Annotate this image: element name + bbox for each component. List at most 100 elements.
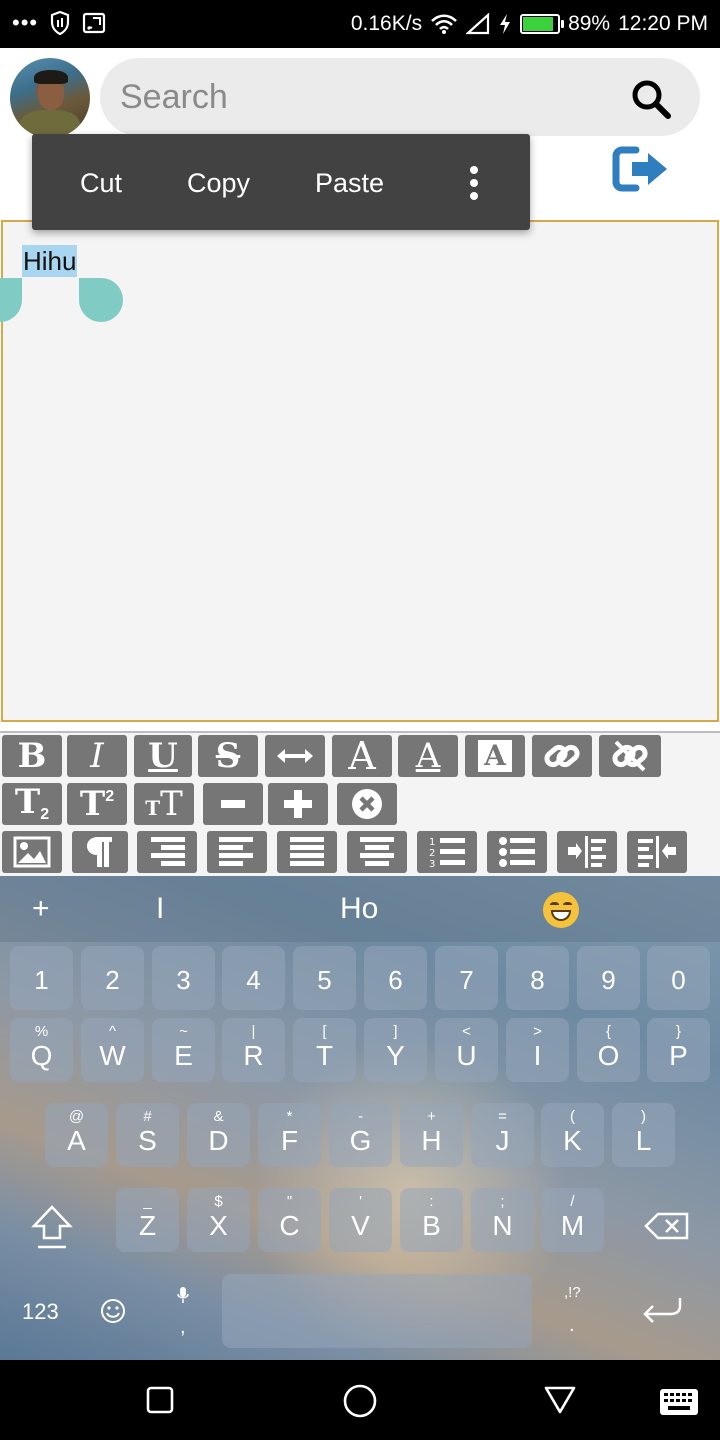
insert-image-button[interactable] — [2, 831, 62, 873]
selected-text[interactable]: Hihu — [22, 245, 78, 277]
key-p[interactable]: } P — [647, 1018, 710, 1082]
paste-button[interactable]: Paste — [315, 168, 384, 199]
key-c[interactable]: " C — [258, 1188, 321, 1252]
key-4[interactable]: 4 — [222, 946, 285, 1010]
key-f[interactable]: * F — [258, 1103, 321, 1167]
key-o[interactable]: {O — [577, 1018, 640, 1082]
background-color-button[interactable]: A — [465, 735, 525, 777]
key-0[interactable]: 0 — [647, 946, 710, 1010]
key-z[interactable]: _ Z — [116, 1188, 179, 1252]
backspace-icon[interactable] — [644, 1212, 690, 1240]
align-right-button[interactable] — [137, 831, 197, 873]
key-i[interactable]: > I — [506, 1018, 569, 1082]
key-g[interactable]: -G — [329, 1103, 392, 1167]
key-label: B — [422, 1210, 441, 1241]
key-9[interactable]: 9 — [577, 946, 640, 1010]
link-button[interactable] — [532, 735, 592, 777]
key-k[interactable]: (K — [541, 1103, 604, 1167]
net-speed: 0.16K/s — [350, 12, 423, 35]
key-t[interactable]: [T — [293, 1018, 356, 1082]
align-left-button[interactable] — [207, 831, 267, 873]
search-icon[interactable] — [630, 78, 672, 120]
back-icon[interactable] — [544, 1386, 576, 1414]
key-1[interactable]: 1 — [10, 946, 73, 1010]
outdent-button[interactable] — [627, 831, 687, 873]
unordered-list-button[interactable] — [487, 831, 547, 873]
key-j[interactable]: = J — [471, 1103, 534, 1167]
font-color-button[interactable]: A — [332, 735, 392, 777]
copy-button[interactable]: Copy — [187, 168, 250, 199]
keyboard-switch-icon[interactable] — [659, 1388, 699, 1416]
key-m[interactable]: / M — [541, 1188, 604, 1252]
key-8[interactable]: 8 — [506, 946, 569, 1010]
key-2[interactable]: 2 — [81, 946, 144, 1010]
text-width-button[interactable] — [265, 735, 325, 777]
italic-button[interactable]: I — [67, 735, 127, 777]
bold-button[interactable]: B — [2, 735, 62, 777]
suggestion-2[interactable]: Ho — [340, 892, 378, 926]
ordered-list-button[interactable]: 123 — [417, 831, 477, 873]
underline-button[interactable]: U — [134, 735, 192, 777]
key-secondary-label: } — [675, 1023, 681, 1040]
shift-icon[interactable] — [30, 1204, 74, 1250]
period-key[interactable]: . — [569, 1314, 575, 1337]
key-7[interactable]: 7 — [435, 946, 498, 1010]
text-size-button[interactable]: TT — [134, 783, 194, 825]
key-l[interactable]: ) L — [612, 1103, 675, 1167]
align-center-button[interactable] — [347, 831, 407, 873]
numbers-toggle-key[interactable]: 123 — [22, 1299, 59, 1325]
toolbar-plus-button[interactable]: + — [32, 892, 50, 926]
key-s[interactable]: # S — [116, 1103, 179, 1167]
home-icon[interactable] — [343, 1384, 377, 1418]
key-q[interactable]: % Q — [10, 1018, 73, 1082]
selection-handle-end[interactable] — [79, 278, 123, 322]
key-b[interactable]: :B — [400, 1188, 463, 1252]
key-h[interactable]: + H — [400, 1103, 463, 1167]
key-x[interactable]: $ X — [187, 1188, 250, 1252]
enter-icon[interactable] — [640, 1296, 684, 1324]
key-secondary-label: ' — [359, 1193, 362, 1210]
key-w[interactable]: ^ W — [81, 1018, 144, 1082]
key-secondary-label: ; — [500, 1193, 505, 1210]
recents-icon[interactable] — [146, 1386, 174, 1414]
svg-text:2: 2 — [429, 848, 435, 859]
unlink-button[interactable] — [599, 735, 661, 777]
key-6[interactable]: 6 — [364, 946, 427, 1010]
more-vert-icon[interactable] — [465, 166, 483, 200]
decrease-button[interactable] — [203, 783, 263, 825]
superscript-button[interactable]: T2 — [67, 783, 127, 825]
logout-icon[interactable] — [612, 144, 670, 194]
format-toolbar: B I U S A A A T2 T2 TT 1 2 3 — [0, 731, 720, 876]
suggestion-bar: + I Ho — [0, 876, 720, 942]
key-e[interactable]: ~ E — [152, 1018, 215, 1082]
signal-icon — [466, 13, 490, 35]
emoji-smile-icon[interactable] — [100, 1298, 126, 1324]
subscript-button[interactable]: T2 — [2, 783, 62, 825]
key-a[interactable]: @ A — [45, 1103, 108, 1167]
paragraph-button[interactable] — [72, 831, 128, 873]
cut-button[interactable]: Cut — [80, 168, 122, 199]
arrows-horizontal-icon — [277, 749, 313, 763]
search-input[interactable]: Search — [120, 78, 228, 117]
key-v[interactable]: ' V — [329, 1188, 392, 1252]
space-bar[interactable] — [222, 1274, 532, 1348]
comma-key[interactable]: , — [180, 1316, 186, 1339]
justify-button[interactable] — [277, 831, 337, 873]
key-d[interactable]: & D — [187, 1103, 250, 1167]
key-u[interactable]: < U — [435, 1018, 498, 1082]
increase-button[interactable] — [268, 783, 328, 825]
remove-format-button[interactable] — [337, 783, 397, 825]
indent-button[interactable] — [557, 831, 617, 873]
avatar[interactable] — [10, 58, 90, 138]
key-secondary-label: ^ — [108, 1023, 117, 1040]
key-r[interactable]: | R — [222, 1018, 285, 1082]
key-y[interactable]: ] Y — [364, 1018, 427, 1082]
strikethrough-button[interactable]: S — [198, 735, 258, 777]
key-5[interactable]: 5 — [293, 946, 356, 1010]
search-bar[interactable]: Search — [100, 58, 700, 136]
underline-color-button[interactable]: A — [398, 735, 458, 777]
suggestion-1[interactable]: I — [156, 892, 164, 926]
grinning-squint-emoji-icon[interactable] — [543, 892, 579, 928]
key-n[interactable]: ; N — [471, 1188, 534, 1252]
key-3[interactable]: 3 — [152, 946, 215, 1010]
